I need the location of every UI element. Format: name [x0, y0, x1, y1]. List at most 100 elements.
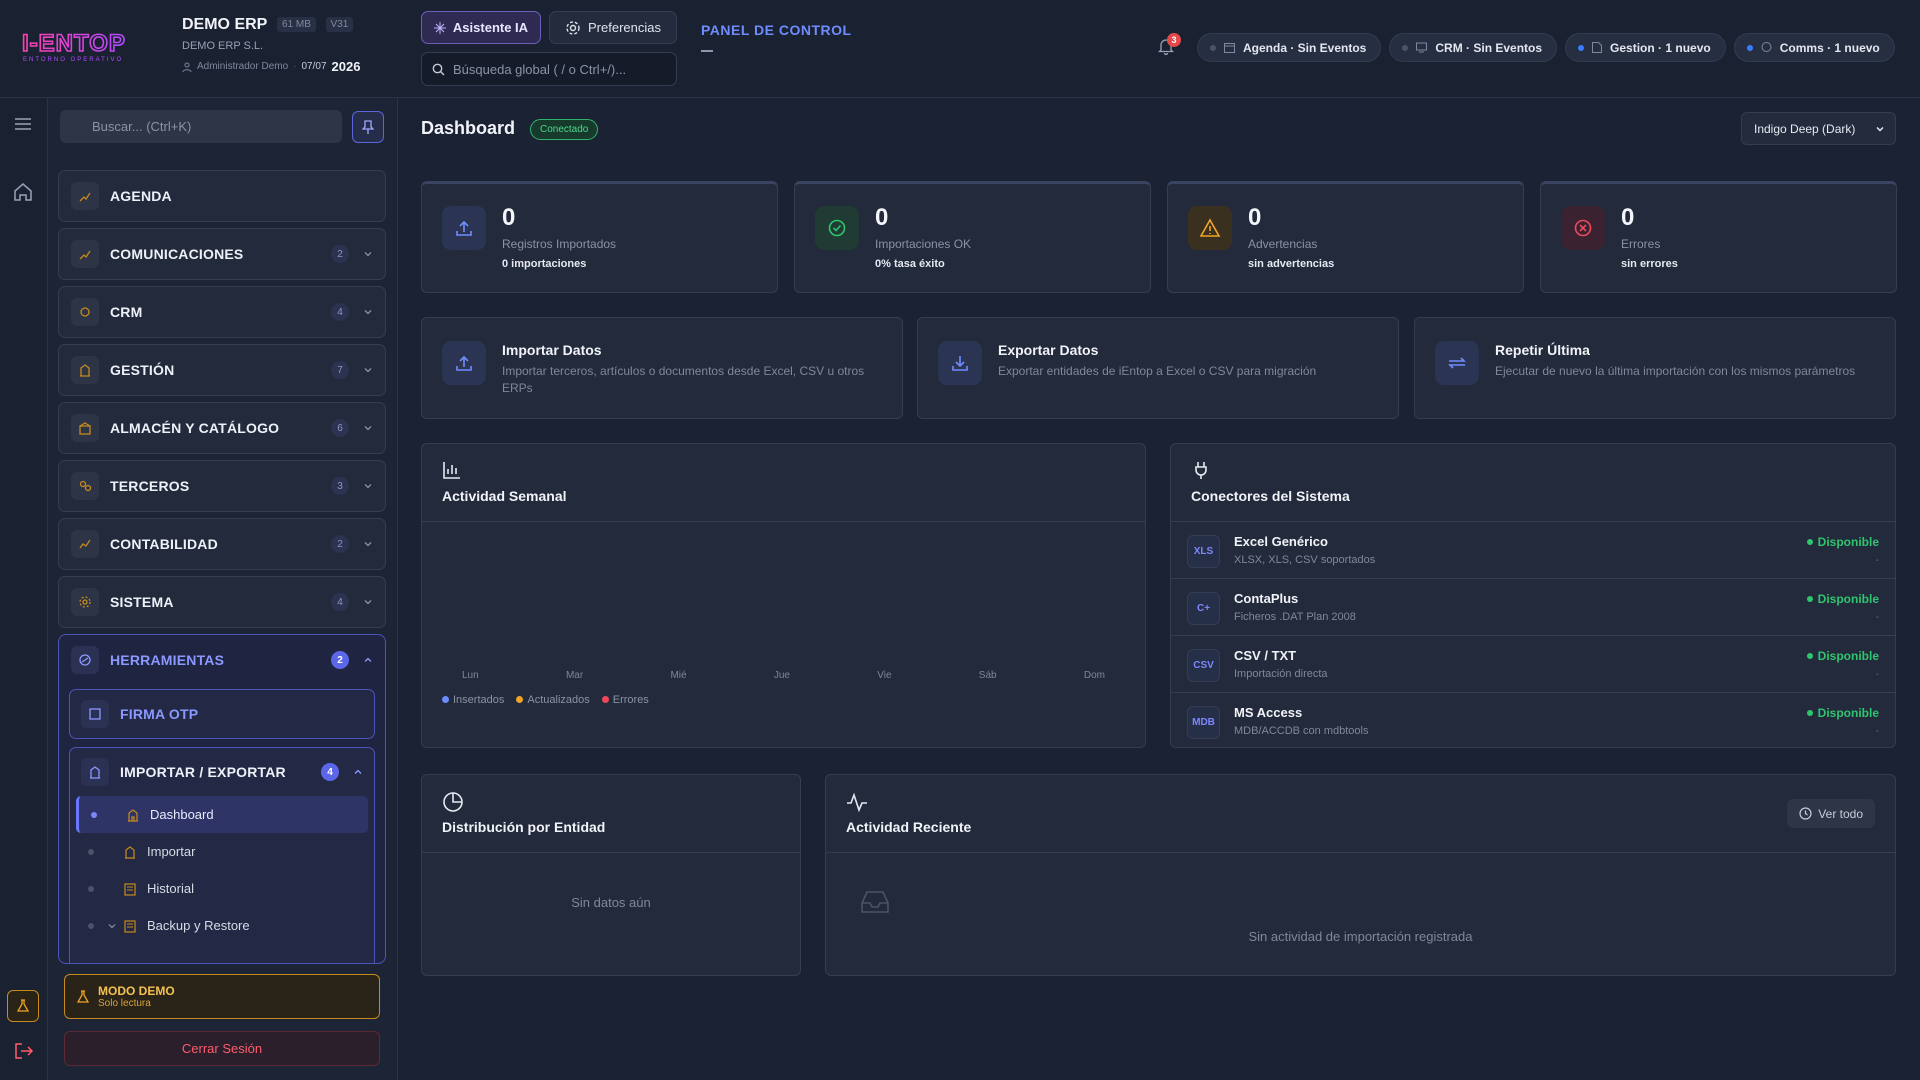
chip-crm[interactable]: CRM · Sin Eventos [1389, 33, 1558, 62]
sidebar-item-gestion[interactable]: GESTIÓN 7 [58, 344, 386, 396]
top-bar: I-ENTOP ENTORNO OPERATIVO DEMO ERP 61 MB… [0, 0, 1920, 98]
sidebar-leaf-dashboard[interactable]: Dashboard [76, 796, 368, 833]
card-header: Actividad Semanal [422, 444, 1145, 522]
demo-mode-subtitle: Solo lectura [98, 998, 151, 1009]
status-dot [1402, 44, 1409, 51]
card-title: Actividad Semanal [442, 488, 567, 504]
bullet [88, 922, 94, 929]
connector-row[interactable]: C+ ContaPlus Ficheros .DAT Plan 2008 Dis… [1171, 579, 1895, 636]
plug-icon [1195, 462, 1207, 479]
sidebar-search-input[interactable]: Buscar... (Ctrl+K) [60, 110, 342, 143]
card-header: Actividad Reciente Ver todo [826, 775, 1895, 853]
module-icon [71, 472, 99, 500]
home-icon[interactable] [12, 182, 34, 202]
connector-row[interactable]: XLS Excel Genérico XLSX, XLS, CSV soport… [1171, 522, 1895, 579]
empty-state: Sin datos aún [571, 895, 651, 910]
demo-mode-rail-icon[interactable] [7, 990, 39, 1022]
legend-label: Actualizados [527, 694, 590, 706]
search-icon [432, 63, 445, 75]
pin-icon [362, 120, 374, 134]
sidebar-item-label: AGENDA [110, 188, 172, 204]
action-export-data[interactable]: Exportar Datos Exportar entidades de iEn… [917, 317, 1399, 419]
pin-sidebar-button[interactable] [352, 111, 384, 143]
action-description: Importar terceros, artículos o documento… [502, 364, 865, 395]
chevron-down-icon [364, 600, 372, 605]
sidebar-item-herramientas[interactable]: HERRAMIENTAS 2 [59, 635, 385, 685]
connector-name: Excel Genérico [1234, 534, 1328, 549]
sidebar-leaf-importar[interactable]: Importar [70, 833, 374, 870]
sidebar-leaf-historial[interactable]: Historial [70, 870, 374, 907]
global-search-input[interactable]: Búsqueda global ( / o Ctrl+/)... [421, 52, 677, 86]
sidebar-item-label: ALMACÉN Y CATÁLOGO [110, 420, 280, 436]
pie-chart-icon [443, 792, 463, 812]
day-label: Lun [462, 670, 479, 681]
empty-state: Sin actividad de importación registrada [1248, 929, 1473, 944]
sidebar-group-herramientas: HERRAMIENTAS 2 FIRMA OTP IMPORTAR / EXPO… [58, 634, 386, 964]
connector-row[interactable]: CSV CSV / TXT Importación directa Dispon… [1171, 636, 1895, 693]
ai-assistant-button[interactable]: Asistente IA [421, 11, 541, 44]
doc-icon [1592, 42, 1603, 53]
connector-name: MS Access [1234, 705, 1303, 720]
activity-pulse-icon [847, 792, 867, 813]
chip-agenda-label: Agenda · Sin Eventos [1243, 40, 1367, 55]
demo-mode-title: MODO DEMO [98, 984, 175, 998]
sidebar-item-almacen[interactable]: ALMACÉN Y CATÁLOGO 6 [58, 402, 386, 454]
app-logo[interactable]: I-ENTOP ENTORNO OPERATIVO [22, 30, 142, 64]
logout-button[interactable]: Cerrar Sesión [64, 1031, 380, 1066]
sidebar-item-crm[interactable]: CRM 4 [58, 286, 386, 338]
status-dot [1578, 44, 1585, 51]
demo-mode-banner: MODO DEMO Solo lectura [64, 974, 380, 1019]
sidebar-search-placeholder: Buscar... (Ctrl+K) [92, 119, 192, 134]
stat-value: 0 [502, 204, 516, 231]
memory-badge: 61 MB [276, 17, 316, 32]
connector-status-label: Disponible [1817, 649, 1879, 663]
action-repeat-last[interactable]: Repetir Última Ejecutar de nuevo la últi… [1414, 317, 1896, 419]
stat-card-imported: 0 Registros Importados 0 importaciones [421, 181, 778, 293]
sidebar-item-comunicaciones[interactable]: COMUNICACIONES 2 [58, 228, 386, 280]
sidebar-item-label: COMUNICACIONES [110, 246, 244, 262]
sidebar-item-firma-otp[interactable]: FIRMA OTP [69, 689, 375, 739]
sidebar-item-terceros[interactable]: TERCEROS 3 [58, 460, 386, 512]
ledger-icon [124, 882, 136, 896]
chip-comms-label: Comms · 1 nuevo [1779, 40, 1880, 55]
sidebar-item-agenda[interactable]: AGENDA [58, 170, 386, 222]
chip-crm-label: CRM · Sin Eventos [1435, 40, 1543, 55]
current-date: 07/07 [301, 61, 327, 72]
hamburger-menu-icon[interactable] [12, 116, 34, 132]
card-title: Distribución por Entidad [442, 819, 606, 835]
chevron-down-icon [108, 923, 116, 928]
preferences-button[interactable]: Preferencias [549, 11, 677, 44]
theme-select[interactable]: Indigo Deep (Dark) [1741, 112, 1896, 145]
card-header: Distribución por Entidad [422, 775, 800, 853]
chip-comms[interactable]: Comms · 1 nuevo [1733, 33, 1895, 62]
day-label: Jue [773, 670, 790, 681]
stat-subtext: 0 importaciones [502, 258, 587, 270]
sidebar-leaf-backup-restore[interactable]: Backup y Restore [70, 907, 374, 944]
current-year: 2026 [331, 59, 361, 74]
chevron-down-icon [364, 484, 372, 489]
see-all-button[interactable]: Ver todo [1787, 799, 1875, 828]
connector-row[interactable]: MDB MS Access MDB/ACCDB con mdbtools Dis… [1171, 693, 1895, 747]
sidebar-item-sistema[interactable]: SISTEMA 4 [58, 576, 386, 628]
panel-title[interactable]: PANEL DE CONTROL [701, 22, 852, 38]
signature-icon [81, 700, 109, 728]
chip-gestion[interactable]: Gestion · 1 nuevo [1565, 33, 1726, 62]
module-icon [71, 530, 99, 558]
day-label: Sáb [978, 670, 997, 681]
user-name: Administrador Demo [197, 61, 289, 72]
stat-value: 0 [1621, 204, 1635, 231]
connector-description: MDB/ACCDB con mdbtools [1234, 725, 1369, 737]
svg-text:ENTORNO OPERATIVO: ENTORNO OPERATIVO [23, 57, 123, 63]
action-title: Repetir Última [1495, 342, 1590, 358]
bullet [91, 811, 97, 818]
logout-icon[interactable] [14, 1042, 34, 1060]
calendar-icon [1224, 43, 1235, 53]
sidebar-leaf-label: Importar [147, 844, 196, 859]
chevron-down-icon [364, 310, 372, 315]
count-badge: 4 [331, 303, 349, 321]
chip-agenda[interactable]: Agenda · Sin Eventos [1197, 33, 1382, 62]
sidebar-item-contabilidad[interactable]: CONTABILIDAD 2 [58, 518, 386, 570]
chevron-up-icon [364, 657, 372, 662]
sidebar-item-importar-exportar[interactable]: IMPORTAR / EXPORTAR 4 [70, 748, 374, 796]
action-import-data[interactable]: Importar Datos Importar terceros, artícu… [421, 317, 903, 419]
